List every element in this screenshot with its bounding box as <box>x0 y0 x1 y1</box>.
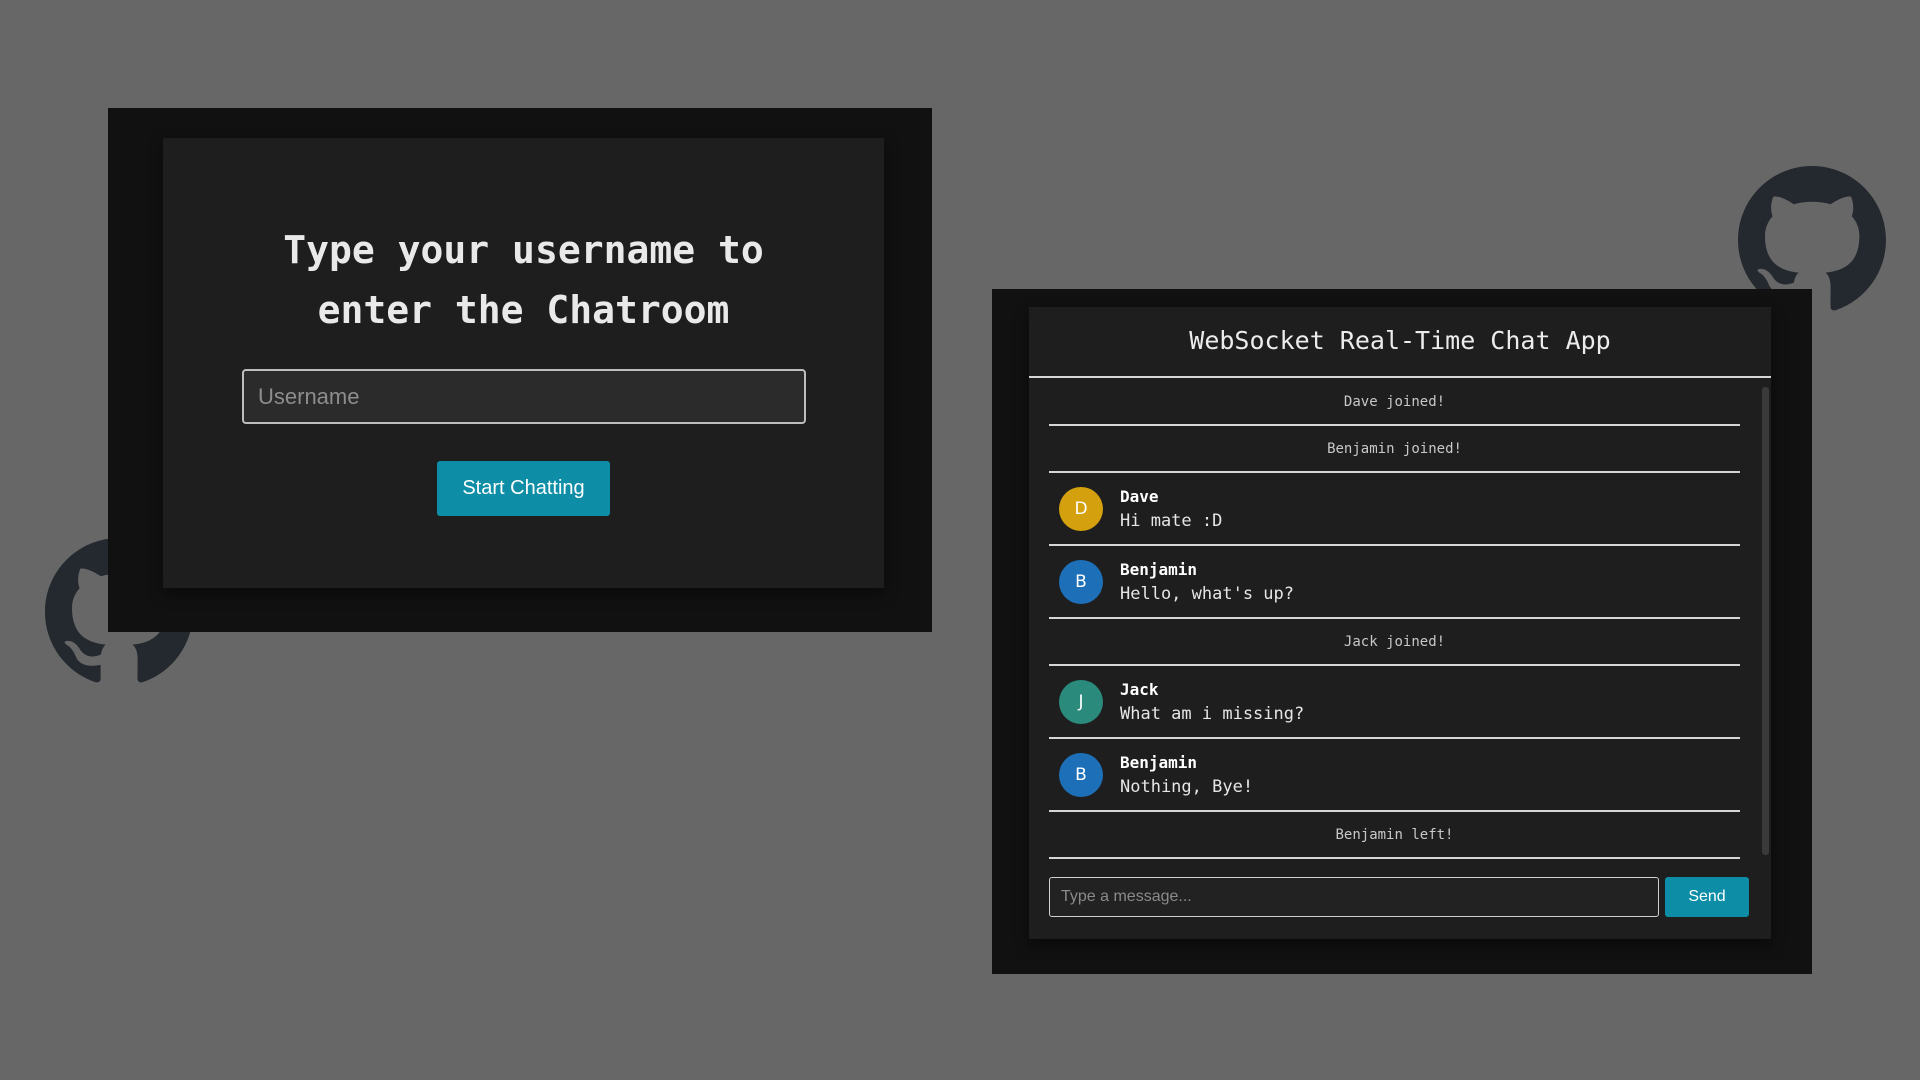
avatar: D <box>1059 486 1103 531</box>
send-button[interactable]: Send <box>1665 877 1749 917</box>
system-message-text: Dave joined! <box>1343 393 1446 410</box>
system-message: Dave joined! <box>1049 379 1740 426</box>
login-card: Type your username to enter the Chatroom… <box>163 138 884 588</box>
chat-message: J Jack What am i missing? <box>1049 666 1740 739</box>
message-author: Dave <box>1120 486 1159 506</box>
message-list: Dave joined! Benjamin joined! D Dave Hi … <box>1049 379 1740 873</box>
message-text: Hi mate :D <box>1120 510 1223 531</box>
system-message: Benjamin left! <box>1049 812 1740 859</box>
message-author: Jack <box>1120 679 1159 699</box>
chat-message: B Benjamin Hello, what's up? <box>1049 546 1740 619</box>
chat-card: WebSocket Real-Time Chat App Dave joined… <box>1029 307 1771 939</box>
system-message: Benjamin joined! <box>1049 426 1740 473</box>
login-title: Type your username to enter the Chatroom <box>283 228 764 332</box>
system-message: Jack joined! <box>1049 619 1740 666</box>
message-text: What am i missing? <box>1120 703 1305 724</box>
login-window: Type your username to enter the Chatroom… <box>108 108 932 632</box>
avatar: B <box>1059 752 1103 797</box>
message-input[interactable] <box>1049 877 1659 917</box>
message-body: Benjamin Hello, what's up? <box>1120 558 1294 606</box>
chat-window: WebSocket Real-Time Chat App Dave joined… <box>992 289 1812 974</box>
message-author: Benjamin <box>1120 752 1198 772</box>
message-body: Jack What am i missing? <box>1120 678 1304 726</box>
message-text: Hello, what's up? <box>1120 583 1294 604</box>
system-message-text: Benjamin left! <box>1335 826 1454 843</box>
avatar: J <box>1059 679 1103 724</box>
username-input[interactable] <box>242 369 806 424</box>
message-author: Benjamin <box>1120 559 1198 579</box>
message-list-scrollbar[interactable] <box>1762 387 1769 855</box>
message-body: Benjamin Nothing, Bye! <box>1120 751 1253 799</box>
message-body: Dave Hi mate :D <box>1120 485 1222 533</box>
system-message-text: Benjamin joined! <box>1327 440 1462 457</box>
chat-message: D Dave Hi mate :D <box>1049 473 1740 546</box>
chat-title: WebSocket Real-Time Chat App <box>1029 307 1771 378</box>
avatar: B <box>1059 559 1103 604</box>
message-text: Nothing, Bye! <box>1120 776 1254 797</box>
system-message-text: Jack joined! <box>1343 633 1446 650</box>
chat-message: B Benjamin Nothing, Bye! <box>1049 739 1740 812</box>
start-chatting-button[interactable]: Start Chatting <box>437 461 610 516</box>
